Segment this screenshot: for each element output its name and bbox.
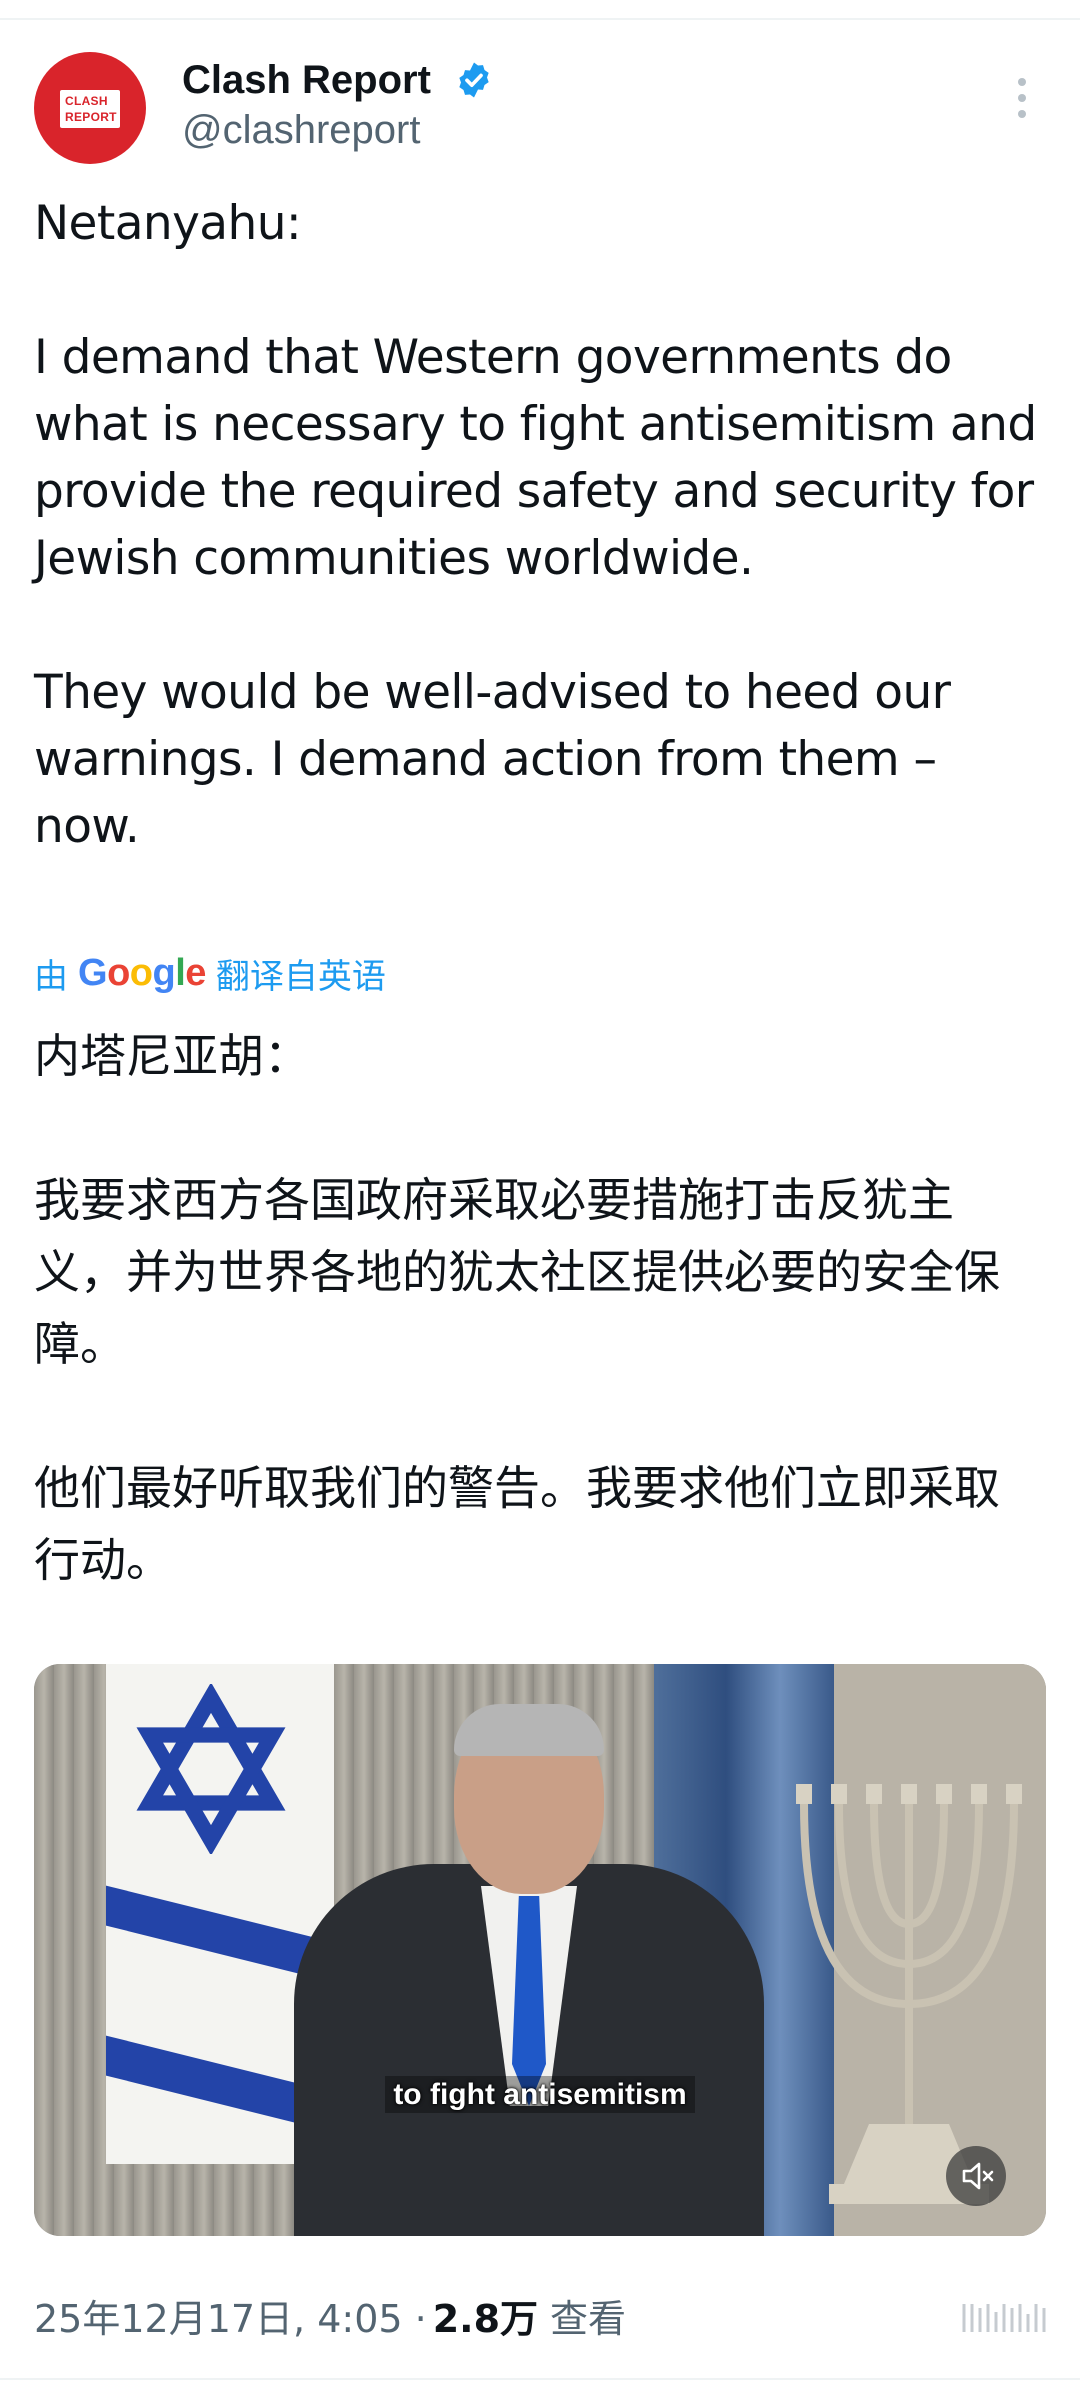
views-label: 查看 [550,2296,627,2341]
tweet-header: CLASH REPORT Clash Report @clashreport [0,38,1080,178]
video-player[interactable]: to fight antisemitism [34,1664,1046,2236]
video-subtitle: to fight antisemitism [34,2076,1046,2113]
watermark-bars-icon [962,2304,1046,2332]
author-display-name[interactable]: Clash Report [182,58,431,103]
tweet-original-text: Netanyahu: I demand that Western governm… [34,190,1044,860]
speaker-hair [454,1704,604,1756]
bottom-divider [0,2378,1080,2380]
author-handle[interactable]: @clashreport [182,108,420,153]
google-logo: Google [78,951,206,994]
top-divider [0,0,1080,20]
translated-paragraph: 内塔尼亚胡： [34,1029,310,1083]
translation-suffix: 翻译自英语 [215,956,386,997]
speaker-muted-icon [962,2162,994,2190]
tweet-translated-text: 内塔尼亚胡： 我要求西方各国政府采取必要措施打击反犹主义，并为世界各地的犹太社区… [34,1020,1044,1596]
translation-attribution[interactable]: 由 Google 翻译自英语 [34,948,386,998]
menorah-image [796,1784,1022,2204]
mute-toggle-button[interactable] [946,2146,1006,2206]
star-of-david-icon [136,1684,286,1854]
video-subtitle-text: to fight antisemitism [385,2076,695,2113]
tweet-paragraph: Netanyahu: [34,196,302,251]
tweet-timestamp[interactable]: 25年12月17日, 4:05 · [34,2288,427,2343]
more-options-icon[interactable] [1010,78,1034,138]
translation-prefix: 由 [34,956,68,997]
avatar[interactable]: CLASH REPORT [34,52,146,164]
views-count: 2.8万 [432,2296,539,2341]
avatar-logo-text-bottom: REPORT [65,110,117,124]
translated-paragraph: 他们最好听取我们的警告。我要求他们立即采取行动。 [34,1461,1000,1587]
more-dot-icon [1018,110,1026,118]
verified-badge-icon [459,62,489,98]
avatar-logo-text-top: CLASH [65,94,108,108]
translated-paragraph: 我要求西方各国政府采取必要措施打击反犹主义，并为世界各地的犹太社区提供必要的安全… [34,1173,1000,1371]
more-dot-icon [1018,78,1026,86]
more-dot-icon [1018,94,1026,102]
tweet-paragraph: They would be well-advised to heed our w… [34,665,951,854]
tweet-paragraph: I demand that Western governments do wha… [34,330,1037,586]
tweet-metadata: 25年12月17日, 4:05 · 2.8万 查看 [34,2288,627,2343]
